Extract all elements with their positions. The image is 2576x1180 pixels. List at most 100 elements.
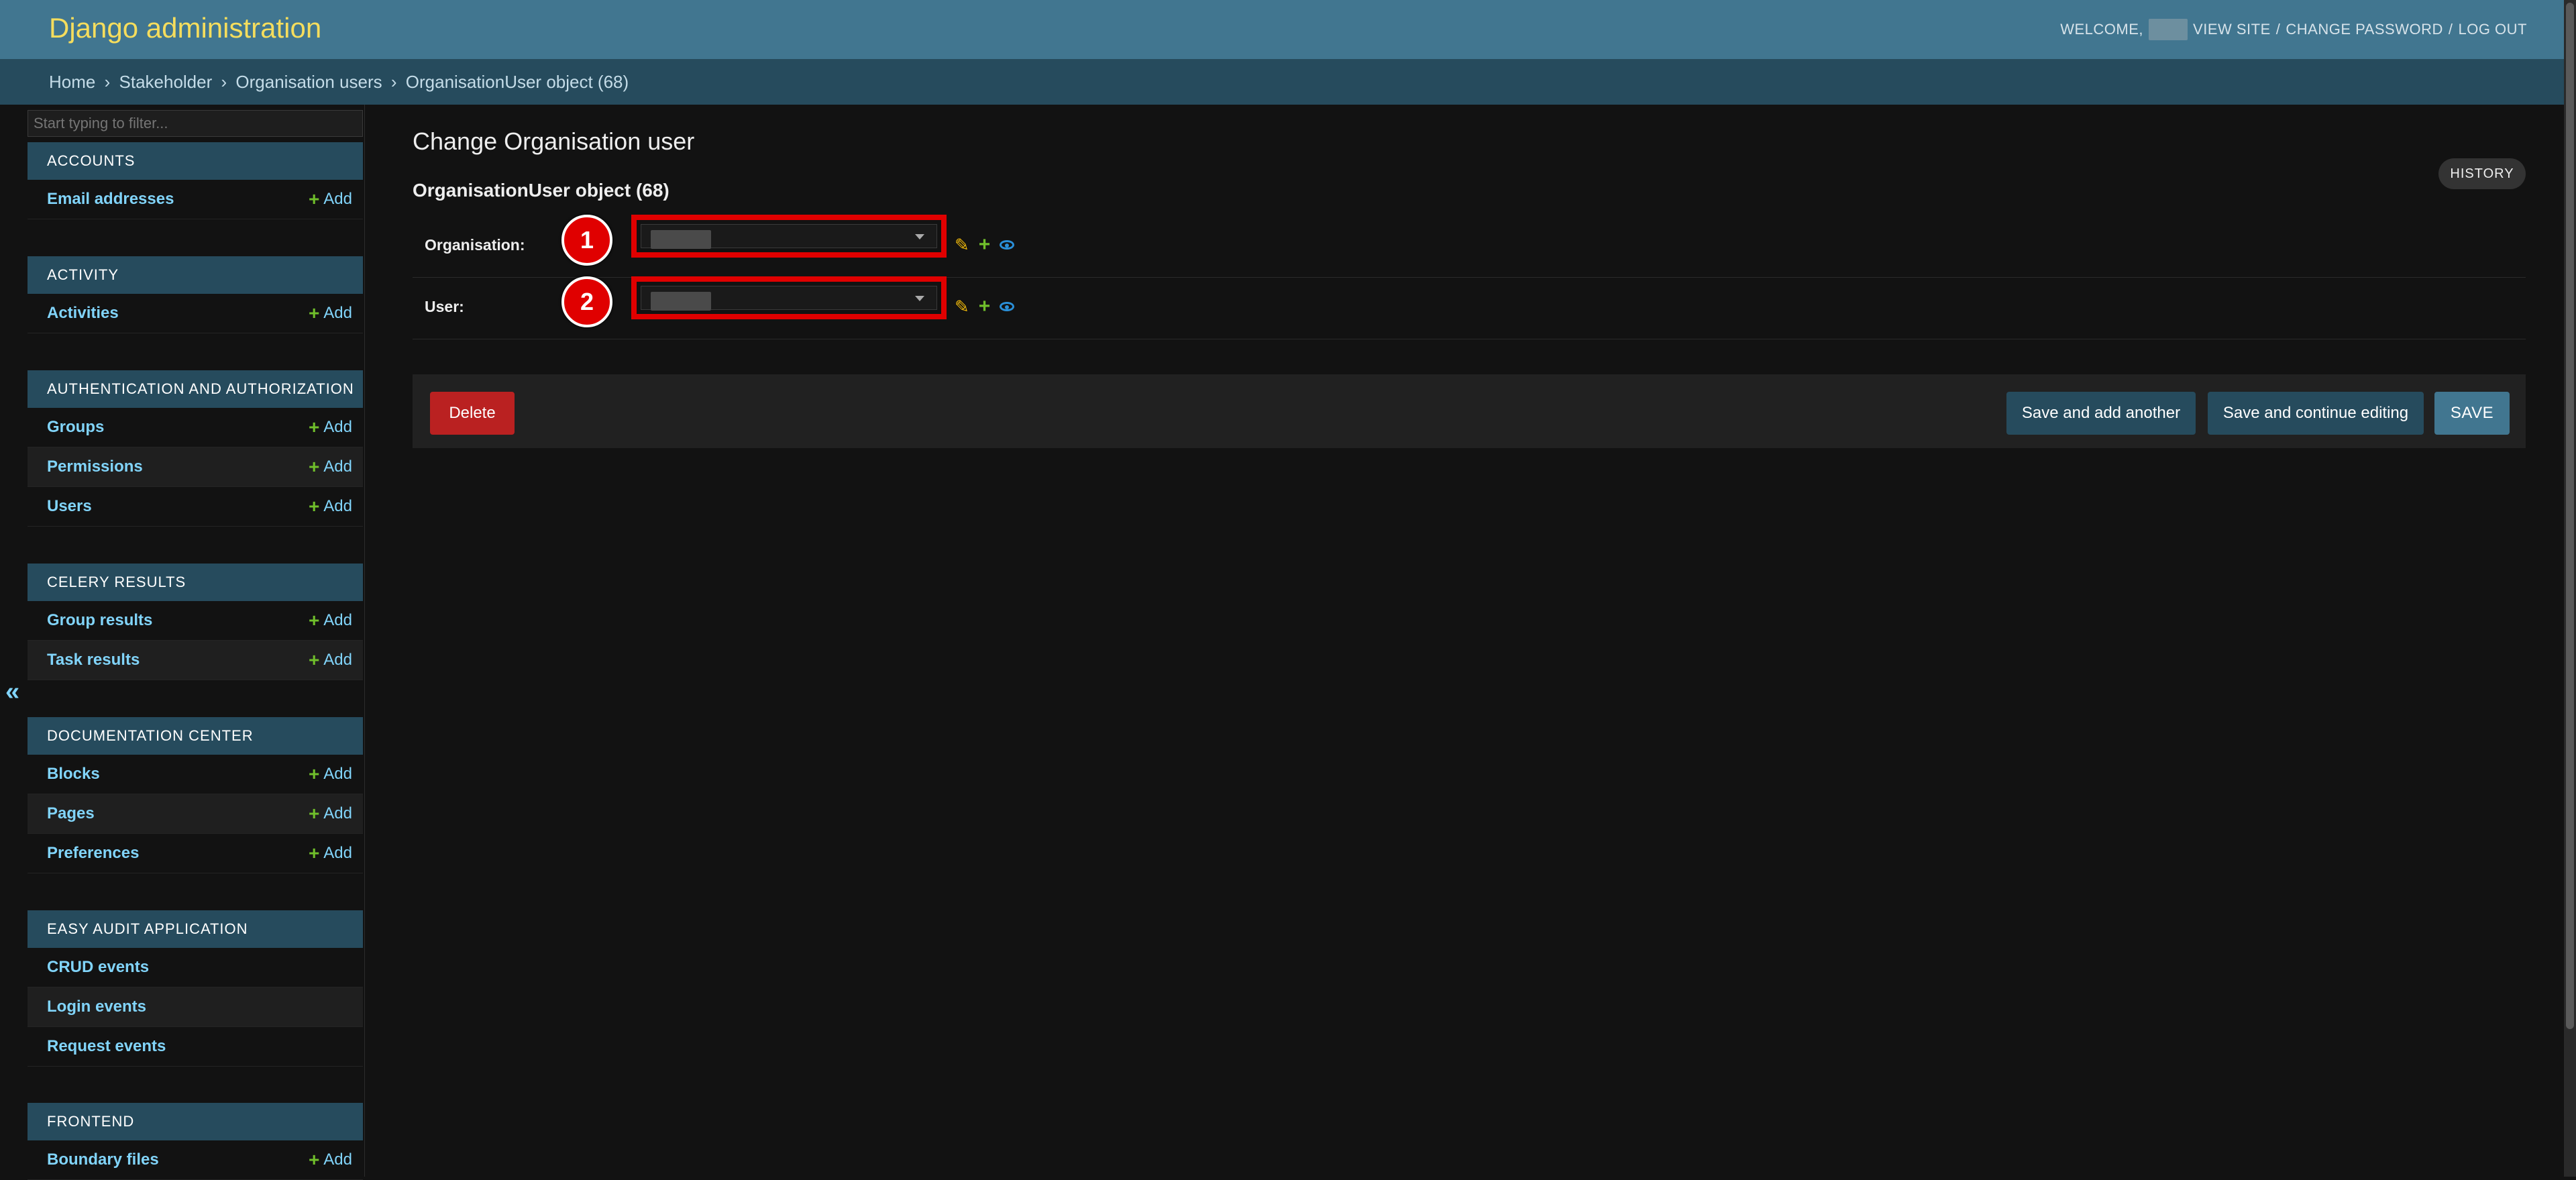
save-and-add-another-button[interactable]: Save and add another	[2006, 392, 2196, 435]
add-link[interactable]: + Add	[309, 610, 352, 631]
add-link[interactable]: + Add	[309, 1149, 352, 1171]
related-widget-actions: ✎ +	[955, 297, 1015, 317]
add-link[interactable]: + Add	[309, 189, 352, 210]
eye-icon[interactable]	[1000, 302, 1015, 311]
breadcrumb-organisation-users[interactable]: Organisation users	[235, 72, 382, 92]
model-link[interactable]: Boundary files	[47, 1150, 159, 1169]
model-link[interactable]: Email addresses	[47, 190, 174, 209]
pencil-icon[interactable]: ✎	[955, 236, 969, 254]
sidebar-item-groups: Groups + Add	[28, 408, 363, 447]
eye-icon[interactable]	[1000, 240, 1015, 250]
module-documentation-center: DOCUMENTATION CENTER Blocks + Add Pages +…	[28, 717, 363, 873]
nav-filter-input[interactable]	[28, 110, 363, 137]
related-widget-actions: ✎ +	[955, 235, 1015, 255]
add-link[interactable]: + Add	[309, 496, 352, 517]
model-link[interactable]: Blocks	[47, 765, 100, 784]
sidebar-item-users: Users + Add	[28, 487, 363, 527]
redacted-value	[651, 292, 711, 311]
page-scrollbar[interactable]	[2564, 0, 2576, 1177]
plus-icon[interactable]: +	[979, 235, 991, 255]
save-button[interactable]: SAVE	[2434, 392, 2510, 435]
add-label: Add	[323, 190, 352, 208]
module-celery-results: CELERY RESULTS Group results + Add Task r…	[28, 564, 363, 680]
sidebar-item-permissions: Permissions + Add	[28, 447, 363, 487]
log-out-link[interactable]: LOG OUT	[2458, 21, 2527, 38]
model-link[interactable]: Users	[47, 497, 92, 516]
model-link[interactable]: Group results	[47, 611, 152, 630]
plus-icon: +	[308, 649, 320, 670]
plus-icon: +	[308, 610, 320, 631]
model-link[interactable]: Login events	[47, 998, 146, 1016]
add-link[interactable]: + Add	[309, 303, 352, 324]
plus-icon[interactable]: +	[979, 297, 991, 317]
change-password-link[interactable]: CHANGE PASSWORD	[2286, 21, 2443, 38]
chevron-down-icon	[915, 296, 924, 301]
plus-icon: +	[308, 496, 320, 517]
separator: /	[2275, 21, 2281, 38]
chevron-down-icon	[915, 234, 924, 239]
sidebar: ACCOUNTS Email addresses +Add ACTIVITY A…	[28, 105, 365, 1180]
add-link[interactable]: + Add	[309, 649, 352, 671]
model-link[interactable]: Activities	[47, 304, 119, 323]
model-link[interactable]: Request events	[47, 1037, 166, 1056]
annotation-badge: 1	[561, 215, 612, 266]
module-caption[interactable]: AUTHENTICATION AND AUTHORIZATION	[28, 370, 363, 408]
model-link[interactable]: Pages	[47, 804, 95, 823]
submit-row: Delete Save and add another Save and con…	[413, 374, 2526, 448]
add-link[interactable]: + Add	[309, 763, 352, 785]
plus-icon: +	[308, 189, 320, 209]
module-caption[interactable]: DOCUMENTATION CENTER	[28, 717, 363, 755]
pencil-icon[interactable]: ✎	[955, 298, 969, 315]
model-link[interactable]: Groups	[47, 418, 104, 437]
add-link[interactable]: + Add	[309, 417, 352, 438]
plus-icon: +	[308, 417, 320, 437]
module-authentication: AUTHENTICATION AND AUTHORIZATION Groups …	[28, 370, 363, 527]
add-label: Add	[323, 418, 352, 436]
save-and-continue-button[interactable]: Save and continue editing	[2208, 392, 2424, 435]
user-tools: WELCOME, VIEW SITE / CHANGE PASSWORD / L…	[2060, 19, 2527, 40]
add-link[interactable]: + Add	[309, 803, 352, 824]
separator: /	[2448, 21, 2453, 38]
module-caption[interactable]: ACTIVITY	[28, 256, 363, 294]
sidebar-item-login-events: Login events	[28, 987, 363, 1027]
module-caption[interactable]: ACCOUNTS	[28, 142, 363, 180]
history-button[interactable]: HISTORY	[2438, 158, 2526, 189]
module-easy-audit: EASY AUDIT APPLICATION CRUD events Login…	[28, 910, 363, 1067]
header: Django administration WELCOME, VIEW SITE…	[0, 0, 2576, 59]
select-box[interactable]	[641, 224, 937, 249]
scrollbar-thumb[interactable]	[2566, 3, 2574, 1029]
select-box[interactable]	[641, 286, 937, 311]
sidebar-item-task-results: Task results + Add	[28, 641, 363, 680]
add-label: Add	[323, 611, 352, 629]
object-title: OrganisationUser object (68)	[413, 180, 669, 201]
plus-icon: +	[308, 456, 320, 477]
sidebar-item-activities: Activities + Add	[28, 294, 363, 333]
breadcrumb-stakeholder[interactable]: Stakeholder	[119, 72, 213, 92]
model-link[interactable]: Preferences	[47, 844, 139, 863]
site-branding[interactable]: Django administration	[49, 12, 321, 44]
organisation-select[interactable]	[631, 215, 947, 258]
add-label: Add	[323, 1150, 352, 1169]
add-label: Add	[323, 651, 352, 669]
form-row-user: User: 2 ✎ +	[413, 276, 2526, 339]
breadcrumb-home[interactable]: Home	[49, 72, 95, 92]
module-caption[interactable]: CELERY RESULTS	[28, 564, 363, 601]
add-label: Add	[323, 765, 352, 783]
redacted-value	[651, 230, 711, 249]
model-link[interactable]: CRUD events	[47, 958, 149, 977]
add-link[interactable]: + Add	[309, 843, 352, 864]
sidebar-item-boundary-files: Boundary files + Add	[28, 1140, 363, 1180]
user-label: User:	[425, 298, 464, 315]
module-caption[interactable]: FRONTEND	[28, 1103, 363, 1140]
plus-icon: +	[308, 303, 320, 323]
sidebar-collapse-toggle[interactable]: «	[5, 678, 19, 706]
add-link[interactable]: + Add	[309, 456, 352, 478]
model-link[interactable]: Task results	[47, 651, 140, 669]
user-select[interactable]	[631, 276, 947, 319]
sidebar-item-crud-events: CRUD events	[28, 948, 363, 987]
module-accounts: ACCOUNTS Email addresses + Add	[28, 142, 363, 219]
module-caption[interactable]: EASY AUDIT APPLICATION	[28, 910, 363, 948]
delete-button[interactable]: Delete	[430, 392, 515, 435]
view-site-link[interactable]: VIEW SITE	[2193, 21, 2271, 38]
model-link[interactable]: Permissions	[47, 458, 143, 476]
